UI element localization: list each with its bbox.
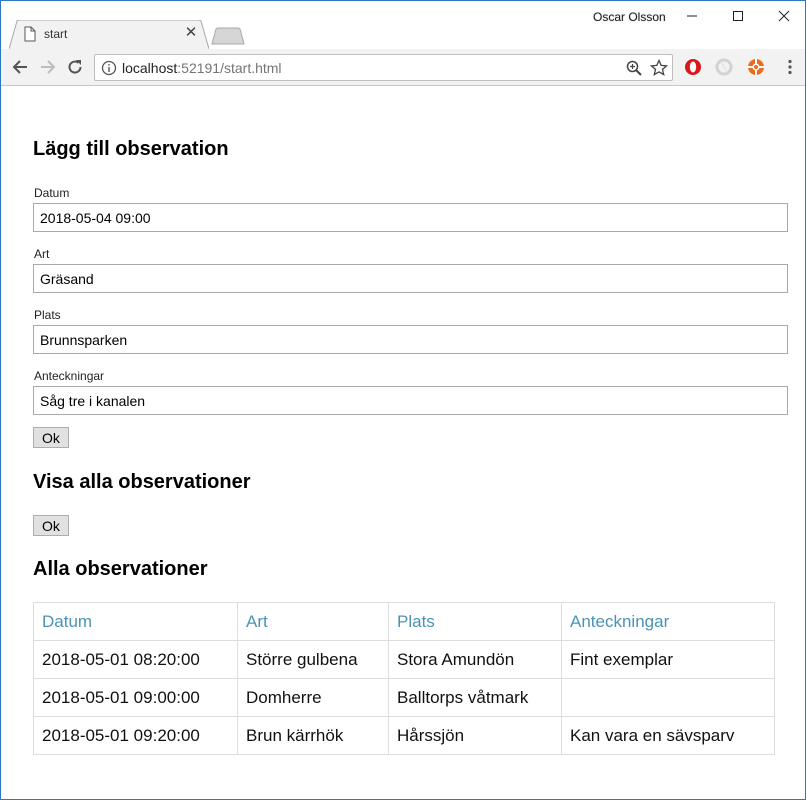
- table-cell: 2018-05-01 08:20:00: [33, 640, 238, 679]
- new-tab-button[interactable]: [211, 27, 245, 45]
- table-row: 2018-05-01 09:20:00 Brun kärrhök Hårssjö…: [33, 716, 775, 755]
- page-icon: [24, 26, 36, 42]
- tab-title: start: [44, 27, 68, 41]
- maximize-button[interactable]: [715, 1, 761, 31]
- forward-arrow-icon: [41, 60, 56, 74]
- page-content: Lägg till observation Datum Art Plats An…: [1, 87, 805, 799]
- browser-toolbar: localhost:52191/start.html: [1, 49, 805, 86]
- art-field[interactable]: [33, 264, 788, 293]
- active-tab[interactable]: [9, 20, 209, 49]
- profile-name[interactable]: Oscar Olsson: [593, 10, 666, 24]
- maximize-icon: [733, 11, 743, 21]
- tab-close-icon[interactable]: ✕: [183, 25, 199, 41]
- table-cell: Domherre: [237, 678, 389, 717]
- table-cell: 2018-05-01 09:00:00: [33, 678, 238, 717]
- opera-extension-icon[interactable]: [684, 58, 702, 76]
- column-header-art: Art: [237, 602, 389, 641]
- table-cell: Balltorps våtmark: [388, 678, 562, 717]
- column-header-anteckningar: Anteckningar: [561, 602, 775, 641]
- table-row: 2018-05-01 08:20:00 Större gulbena Stora…: [33, 640, 775, 679]
- close-icon: [778, 10, 790, 22]
- tab-strip: start ✕ Oscar Olsson: [1, 1, 805, 49]
- extension-icon[interactable]: [715, 58, 733, 76]
- column-header-plats: Plats: [388, 602, 562, 641]
- lifebuoy-extension-icon[interactable]: [747, 58, 765, 76]
- minimize-button[interactable]: [669, 1, 715, 31]
- table-cell: Större gulbena: [237, 640, 389, 679]
- add-observation-heading: Lägg till observation: [33, 138, 229, 160]
- art-label: Art: [34, 247, 50, 261]
- url-text[interactable]: localhost:52191/start.html: [122, 60, 282, 76]
- table-cell: Hårssjön: [388, 716, 562, 755]
- bookmark-star-icon[interactable]: [650, 59, 668, 77]
- show-all-heading: Visa alla observationer: [33, 471, 251, 493]
- add-ok-button[interactable]: Ok: [33, 427, 69, 448]
- minimize-icon: [687, 15, 697, 17]
- table-cell: Fint exemplar: [561, 640, 775, 679]
- table-cell: 2018-05-01 09:20:00: [33, 716, 238, 755]
- plats-label: Plats: [34, 308, 61, 322]
- observations-table: Datum Art Plats Anteckningar 2018-05-01 …: [33, 602, 775, 755]
- table-cell: [561, 678, 775, 717]
- browser-window: start ✕ Oscar Olsson localhost:52191/sta…: [0, 0, 806, 800]
- zoom-icon[interactable]: [625, 59, 643, 77]
- back-button[interactable]: [9, 56, 31, 78]
- table-cell: Brun kärrhök: [237, 716, 389, 755]
- table-row: 2018-05-01 09:00:00 Domherre Balltorps v…: [33, 678, 775, 717]
- all-observations-heading: Alla observationer: [33, 558, 208, 580]
- reload-icon: [68, 60, 82, 74]
- anteckningar-label: Anteckningar: [34, 369, 105, 383]
- show-all-ok-button[interactable]: Ok: [33, 515, 69, 536]
- anteckningar-field[interactable]: [33, 386, 788, 415]
- plats-field[interactable]: [33, 325, 788, 354]
- menu-icon[interactable]: [781, 58, 799, 76]
- forward-button[interactable]: [37, 56, 59, 78]
- back-arrow-icon: [12, 60, 27, 74]
- datum-field[interactable]: [33, 203, 788, 232]
- table-header-row: Datum Art Plats Anteckningar: [33, 602, 775, 641]
- info-icon[interactable]: [101, 60, 117, 76]
- table-cell: Kan vara en sävsparv: [561, 716, 775, 755]
- address-bar[interactable]: localhost:52191/start.html: [94, 54, 673, 81]
- column-header-datum: Datum: [33, 602, 238, 641]
- reload-button[interactable]: [64, 56, 86, 78]
- close-window-button[interactable]: [761, 1, 805, 31]
- datum-label: Datum: [34, 186, 70, 200]
- table-cell: Stora Amundön: [388, 640, 562, 679]
